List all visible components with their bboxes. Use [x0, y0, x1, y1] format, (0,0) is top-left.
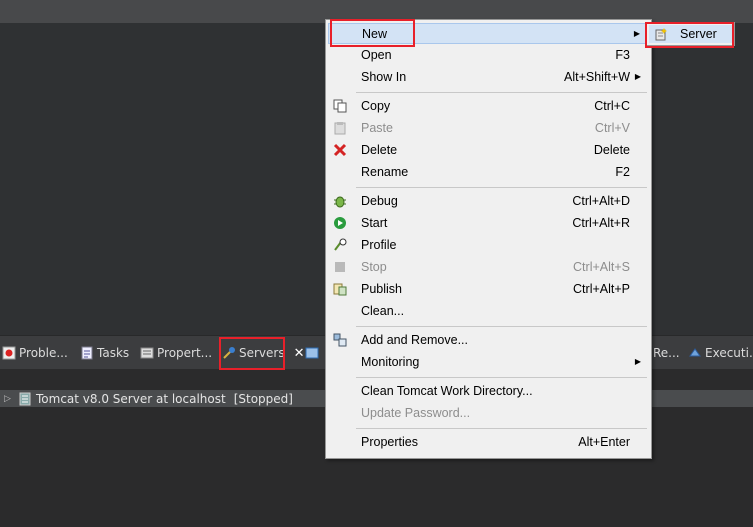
server-icon: [18, 392, 32, 406]
new-submenu: Server: [646, 22, 735, 46]
menu-item-publish[interactable]: Publish Ctrl+Alt+P: [328, 279, 649, 300]
tab-tasks[interactable]: Tasks: [80, 342, 129, 364]
menu-label: Clean Tomcat Work Directory...: [361, 384, 533, 398]
menu-shortcut: Ctrl+C: [594, 99, 630, 113]
menu-item-clean[interactable]: Clean...: [328, 301, 649, 322]
copy-icon: [333, 99, 347, 113]
context-menu: New ▶ Open F3 Show In Alt+Shift+W ▶ Copy…: [325, 19, 652, 459]
tab-label: Propert...: [157, 346, 213, 360]
console-icon: [305, 346, 319, 360]
problems-icon: [2, 346, 16, 360]
menu-shortcut: Ctrl+Alt+S: [573, 260, 630, 274]
tab-label: Proble...: [19, 346, 68, 360]
menu-label: Paste: [361, 121, 393, 135]
submenu-arrow-icon: ▶: [634, 72, 641, 81]
menu-label: Add and Remove...: [361, 333, 469, 347]
menu-separator: [356, 92, 647, 93]
menu-label: Update Password...: [361, 406, 471, 420]
tab-label: Tasks: [97, 346, 130, 360]
menu-item-clean-tomcat-work-dir[interactable]: Clean Tomcat Work Directory...: [328, 381, 649, 402]
stop-icon: [333, 260, 347, 274]
menu-item-new[interactable]: New ▶: [328, 23, 649, 44]
tab-label: Servers: [239, 346, 285, 360]
menu-label: Show In: [361, 70, 407, 84]
menu-separator: [356, 377, 647, 378]
tab-label: Executi...: [705, 346, 753, 360]
menu-item-paste[interactable]: Paste Ctrl+V: [328, 118, 649, 139]
menu-label: Clean...: [361, 304, 405, 318]
server-status: [Stopped]: [233, 391, 293, 406]
menu-item-monitoring[interactable]: Monitoring ▶: [328, 352, 649, 373]
menu-separator: [356, 428, 647, 429]
server-name: Tomcat v8.0 Server at localhost: [36, 391, 226, 406]
debug-icon: [333, 194, 347, 208]
menu-label: Delete: [361, 143, 398, 157]
submenu-arrow-icon: ▶: [634, 357, 641, 366]
tab-hidden[interactable]: [305, 342, 319, 364]
menu-shortcut: Ctrl+Alt+P: [573, 282, 630, 296]
paste-icon: [333, 121, 347, 135]
menu-label: Profile: [361, 238, 397, 252]
execution-icon: [688, 346, 702, 360]
menu-label: Open: [361, 48, 392, 62]
menu-label: Monitoring: [361, 355, 420, 369]
new-server-icon: [654, 27, 668, 44]
menu-item-profile[interactable]: Profile: [328, 235, 649, 256]
tab-properties[interactable]: Propert...: [140, 342, 212, 364]
menu-shortcut: Ctrl+Alt+R: [572, 216, 630, 230]
submenu-item-server[interactable]: Server: [649, 25, 732, 43]
publish-icon: [333, 282, 347, 296]
menu-item-properties[interactable]: Properties Alt+Enter: [328, 432, 649, 453]
add-remove-icon: [333, 333, 347, 347]
close-icon[interactable]: ✕: [294, 346, 305, 361]
menu-label: Properties: [361, 435, 418, 449]
submenu-arrow-icon: ▶: [633, 29, 640, 38]
tasks-icon: [80, 346, 94, 360]
menu-item-copy[interactable]: Copy Ctrl+C: [328, 96, 649, 117]
servers-icon: [222, 346, 236, 360]
menu-shortcut: Ctrl+V: [594, 121, 630, 135]
profile-icon: [333, 238, 347, 252]
menu-shortcut: Alt+Enter: [578, 435, 630, 449]
menu-item-rename[interactable]: Rename F2: [328, 162, 649, 183]
menu-label: Start: [361, 216, 388, 230]
menu-label: Debug: [361, 194, 398, 208]
menu-item-stop[interactable]: Stop Ctrl+Alt+S: [328, 257, 649, 278]
tab-label: Re...: [653, 346, 680, 360]
menu-separator: [356, 326, 647, 327]
menu-item-start[interactable]: Start Ctrl+Alt+R: [328, 213, 649, 234]
menu-item-update-password[interactable]: Update Password...: [328, 403, 649, 424]
menu-separator: [356, 187, 647, 188]
menu-shortcut: Delete: [593, 143, 630, 157]
tab-servers[interactable]: Servers ✕: [222, 342, 305, 364]
tab-re[interactable]: Re...: [653, 342, 680, 364]
menu-label: Stop: [361, 260, 387, 274]
menu-shortcut: F3: [615, 48, 630, 62]
properties-icon: [140, 346, 154, 360]
menu-label: Copy: [361, 99, 391, 113]
submenu-label: Server: [680, 27, 717, 41]
expand-icon[interactable]: ▷: [4, 394, 18, 404]
menu-label: Publish: [361, 282, 402, 296]
menu-shortcut: Ctrl+Alt+D: [572, 194, 630, 208]
tab-problems[interactable]: Proble...: [2, 342, 68, 364]
start-icon: [333, 216, 347, 230]
tab-execution[interactable]: Executi...: [688, 342, 753, 364]
menu-label: New: [362, 27, 388, 41]
delete-icon: [333, 143, 347, 157]
menu-item-show-in[interactable]: Show In Alt+Shift+W ▶: [328, 67, 649, 88]
menu-item-add-remove[interactable]: Add and Remove...: [328, 330, 649, 351]
menu-shortcut: F2: [615, 165, 630, 179]
menu-shortcut: Alt+Shift+W: [564, 70, 630, 84]
menu-item-delete[interactable]: Delete Delete: [328, 140, 649, 161]
menu-item-open[interactable]: Open F3: [328, 45, 649, 66]
menu-label: Rename: [361, 165, 409, 179]
menu-item-debug[interactable]: Debug Ctrl+Alt+D: [328, 191, 649, 212]
